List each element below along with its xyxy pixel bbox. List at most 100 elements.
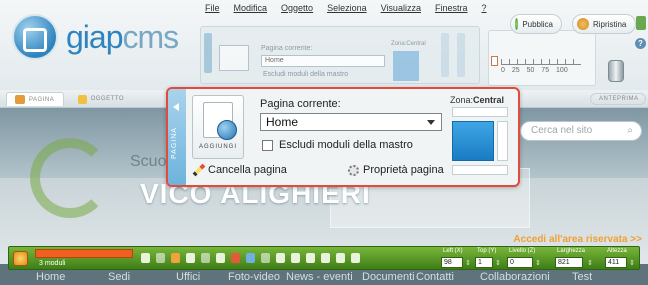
- site-nav-item[interactable]: Collaborazioni: [480, 271, 550, 283]
- spinner-icon[interactable]: ⇕: [587, 259, 593, 267]
- page-properties-button[interactable]: Proprietà pagina: [348, 164, 444, 176]
- help-icon[interactable]: ?: [635, 38, 646, 49]
- level-label: Livello (Z): [509, 248, 536, 254]
- zone-top[interactable]: [452, 107, 508, 117]
- level-input[interactable]: 0: [507, 257, 533, 268]
- tool-icon[interactable]: [186, 253, 195, 263]
- docked-current-page-label: Pagina corrente:: [261, 45, 313, 52]
- add-page-label: AGGIUNGI: [198, 144, 237, 150]
- height-input[interactable]: 411: [605, 257, 627, 268]
- tool-icon[interactable]: [141, 253, 150, 263]
- brand-name: giapcms: [66, 18, 179, 55]
- docked-zone-central[interactable]: [393, 51, 419, 81]
- publish-button[interactable]: Pubblica: [510, 14, 562, 34]
- site-nav-item[interactable]: News - eventi: [286, 271, 353, 283]
- tool-icon[interactable]: [261, 253, 270, 263]
- docked-toolbar-handle[interactable]: [441, 33, 449, 77]
- align-icon[interactable]: [276, 253, 285, 263]
- tool-icon[interactable]: [156, 253, 165, 263]
- tool-icon[interactable]: [201, 253, 210, 263]
- side-tab-label: PAGINA: [171, 127, 178, 159]
- tool-icon[interactable]: [216, 253, 225, 263]
- tab-object[interactable]: OGGETTO: [70, 92, 132, 106]
- school-name-partial: Scuol: [130, 153, 171, 170]
- align-icon[interactable]: [321, 253, 330, 263]
- modules-status-icon[interactable]: [13, 251, 28, 266]
- align-icon[interactable]: [306, 253, 315, 263]
- docked-current-page-select[interactable]: Home: [261, 55, 385, 67]
- zone-label: Zona:Central: [450, 95, 505, 105]
- docked-toolbar-handle[interactable]: [457, 33, 465, 77]
- docked-exclude-master-checkbox[interactable]: Escludi moduli della mastro: [263, 71, 348, 78]
- tool-icon[interactable]: [231, 253, 240, 263]
- site-nav-item[interactable]: Home: [36, 271, 65, 283]
- zone-bottom[interactable]: [452, 165, 508, 175]
- delete-page-button[interactable]: Cancella pagina: [192, 164, 287, 176]
- zone-value: Central: [473, 95, 505, 105]
- current-page-value: Home: [266, 115, 299, 129]
- ruler-icon: [491, 56, 498, 66]
- preview-button[interactable]: ANTEPRIMA: [590, 93, 646, 105]
- page-properties-label: Proprietà pagina: [363, 164, 444, 176]
- menu-bar: File Modifica Oggetto Seleziona Visualiz…: [205, 3, 486, 23]
- tab-page[interactable]: PAGINA: [6, 92, 64, 106]
- collapse-arrow-icon[interactable]: [173, 103, 179, 111]
- top-input[interactable]: 1: [475, 257, 493, 268]
- menu-help[interactable]: ?: [481, 3, 486, 23]
- selection-field[interactable]: [35, 249, 133, 258]
- spinner-icon[interactable]: ⇕: [535, 259, 541, 267]
- align-icon[interactable]: [291, 253, 300, 263]
- menu-oggetto[interactable]: Oggetto: [281, 3, 313, 23]
- spinner-icon[interactable]: ⇕: [495, 259, 501, 267]
- alignment-tools: [141, 253, 360, 265]
- docked-add-page-icon[interactable]: [219, 45, 249, 71]
- left-input[interactable]: 98: [441, 257, 463, 268]
- align-icon[interactable]: [336, 253, 345, 263]
- zone-central[interactable]: [452, 121, 494, 161]
- left-label: Left (X): [443, 248, 463, 254]
- page-panel: PAGINA AGGIUNGI Pagina corrente: Home Es…: [166, 87, 520, 187]
- site-nav-item[interactable]: Foto-video: [228, 271, 280, 283]
- site-nav-item[interactable]: Uffici: [176, 271, 200, 283]
- height-label: Altezza: [607, 248, 627, 254]
- site-search-placeholder: Cerca nel sito: [531, 125, 593, 136]
- checkbox-box[interactable]: [262, 139, 273, 151]
- site-nav-item[interactable]: Documenti: [362, 271, 415, 283]
- docked-toolbar-tab[interactable]: [204, 33, 212, 73]
- school-logo: [30, 138, 110, 218]
- menu-file[interactable]: File: [205, 3, 220, 23]
- zone-right[interactable]: [497, 121, 508, 161]
- opacity-ruler[interactable]: [501, 59, 581, 65]
- width-input[interactable]: 821: [555, 257, 583, 268]
- site-nav-item[interactable]: Test: [572, 271, 592, 283]
- page-toolbar-docked: Pagina corrente: Home Escludi moduli del…: [200, 26, 480, 84]
- restore-icon: [577, 18, 589, 30]
- page-panel-side-tab[interactable]: PAGINA: [168, 89, 186, 185]
- menu-seleziona[interactable]: Seleziona: [327, 3, 367, 23]
- menu-finestra[interactable]: Finestra: [435, 3, 468, 23]
- database-icon[interactable]: [608, 60, 624, 82]
- spinner-icon[interactable]: ⇕: [629, 259, 635, 267]
- tab-page-label: PAGINA: [29, 96, 55, 103]
- site-nav-item[interactable]: Contatti: [416, 271, 454, 283]
- tool-icon[interactable]: [246, 253, 255, 263]
- modules-count: 3 moduli: [39, 260, 66, 267]
- menu-visualizza[interactable]: Visualizza: [381, 3, 421, 23]
- menu-modifica[interactable]: Modifica: [234, 3, 268, 23]
- restore-button[interactable]: Ripristina: [572, 14, 636, 34]
- spinner-icon[interactable]: ⇕: [465, 259, 471, 267]
- current-page-label: Pagina corrente:: [260, 98, 341, 110]
- delete-page-label: Cancella pagina: [208, 164, 287, 176]
- current-page-select[interactable]: Home: [260, 113, 442, 131]
- site-nav-item[interactable]: Sedi: [108, 271, 130, 283]
- publish-label: Pubblica: [522, 19, 553, 29]
- align-icon[interactable]: [351, 253, 360, 263]
- exclude-master-checkbox[interactable]: Escludi moduli della mastro: [262, 139, 413, 151]
- site-search-input[interactable]: Cerca nel sito ⌕: [520, 121, 642, 141]
- tool-icon[interactable]: [171, 253, 180, 263]
- restore-label: Ripristina: [593, 19, 627, 29]
- modules-icon[interactable]: [636, 16, 646, 30]
- reserved-area-link[interactable]: Accedi all'area riservata >>: [513, 234, 642, 245]
- add-page-button[interactable]: AGGIUNGI: [192, 95, 244, 159]
- exclude-master-label: Escludi moduli della mastro: [279, 139, 413, 151]
